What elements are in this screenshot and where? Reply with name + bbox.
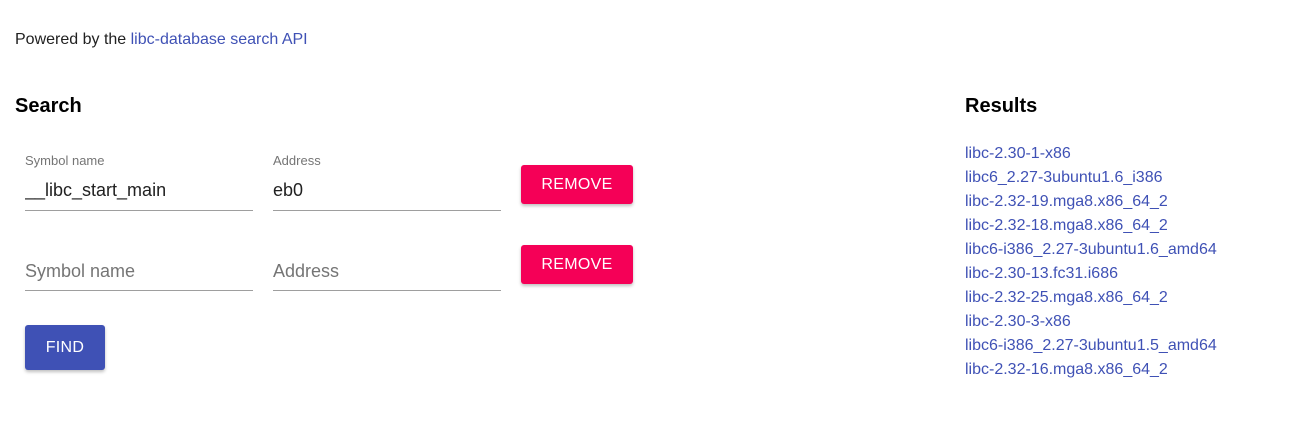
address-field-1[interactable]: Address xyxy=(273,150,501,211)
list-item: libc-2.30-3-x86 xyxy=(965,311,1217,335)
find-button[interactable]: FIND xyxy=(25,325,105,370)
results-list: libc-2.30-1-x86 libc6_2.27-3ubuntu1.6_i3… xyxy=(965,143,1217,383)
result-link[interactable]: libc-2.32-25.mga8.x86_64_2 xyxy=(965,289,1168,306)
address-label: Address xyxy=(273,153,321,168)
list-item: libc6-i386_2.27-3ubuntu1.6_amd64 xyxy=(965,239,1217,263)
result-link[interactable]: libc6-i386_2.27-3ubuntu1.6_amd64 xyxy=(965,241,1217,258)
symbol-field-2[interactable] xyxy=(25,250,253,291)
result-link[interactable]: libc-2.30-3-x86 xyxy=(965,313,1071,330)
address-field-2[interactable] xyxy=(273,250,501,291)
result-link[interactable]: libc6_2.27-3ubuntu1.6_i386 xyxy=(965,169,1163,186)
list-item: libc-2.32-16.mga8.x86_64_2 xyxy=(965,359,1217,383)
list-item: libc-2.30-1-x86 xyxy=(965,143,1217,167)
symbol-input-1[interactable] xyxy=(25,177,253,203)
symbol-label: Symbol name xyxy=(25,153,105,168)
symbol-field-1[interactable]: Symbol name xyxy=(25,150,253,211)
list-item: libc6-i386_2.27-3ubuntu1.5_amd64 xyxy=(965,335,1217,359)
result-link[interactable]: libc-2.32-16.mga8.x86_64_2 xyxy=(965,361,1168,378)
remove-button-1[interactable]: REMOVE xyxy=(521,165,633,204)
result-link[interactable]: libc-2.32-19.mga8.x86_64_2 xyxy=(965,193,1168,210)
list-item: libc-2.32-19.mga8.x86_64_2 xyxy=(965,191,1217,215)
result-link[interactable]: libc6-i386_2.27-3ubuntu1.5_amd64 xyxy=(965,337,1217,354)
powered-by-line: Powered by the libc-database search API xyxy=(15,31,308,49)
list-item: libc6_2.27-3ubuntu1.6_i386 xyxy=(965,167,1217,191)
list-item: libc-2.30-13.fc31.i686 xyxy=(965,263,1217,287)
results-heading: Results xyxy=(965,95,1038,117)
list-item: libc-2.32-25.mga8.x86_64_2 xyxy=(965,287,1217,311)
remove-button-2[interactable]: REMOVE xyxy=(521,245,633,284)
api-link[interactable]: libc-database search API xyxy=(131,31,308,48)
address-input-2[interactable] xyxy=(273,258,501,284)
search-heading: Search xyxy=(15,95,82,117)
list-item: libc-2.32-18.mga8.x86_64_2 xyxy=(965,215,1217,239)
result-link[interactable]: libc-2.32-18.mga8.x86_64_2 xyxy=(965,217,1168,234)
result-link[interactable]: libc-2.30-13.fc31.i686 xyxy=(965,265,1118,282)
powered-by-text: Powered by the xyxy=(15,31,131,48)
result-link[interactable]: libc-2.30-1-x86 xyxy=(965,145,1071,162)
address-input-1[interactable] xyxy=(273,177,501,203)
symbol-input-2[interactable] xyxy=(25,258,253,284)
